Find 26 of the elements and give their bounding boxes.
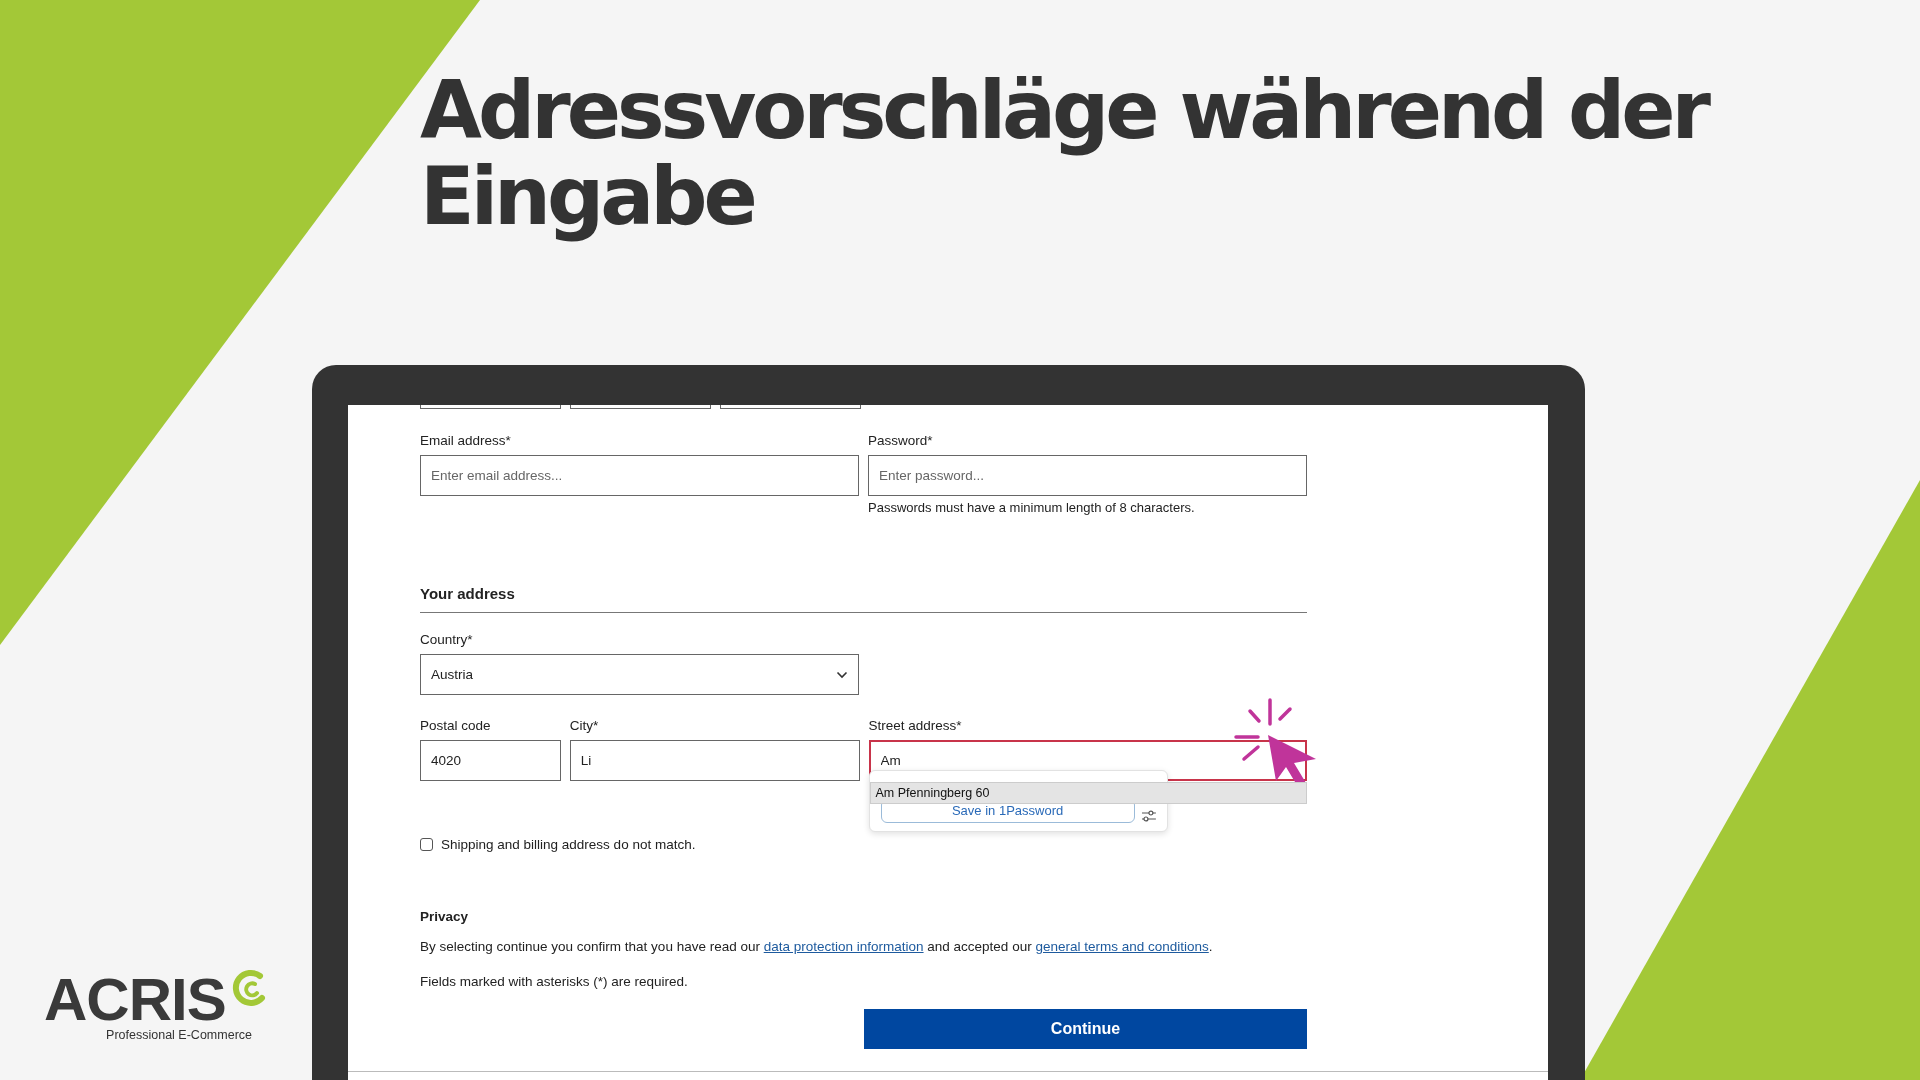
field-label: Street address*: [868, 718, 963, 734]
chevron-down-icon: [836, 670, 848, 679]
input-field[interactable]: 4020: [420, 740, 561, 781]
terms-link[interactable]: general terms and conditions: [1035, 939, 1209, 954]
field-label: Password*: [868, 433, 934, 449]
section-heading: Your address: [420, 585, 515, 602]
input-field[interactable]: Li: [569, 740, 860, 781]
data-protection-link[interactable]: data protection information: [763, 939, 924, 954]
privacy-heading: Privacy: [420, 909, 469, 924]
sliders-icon[interactable]: [1140, 809, 1157, 823]
input-field[interactable]: Enter password...: [868, 455, 1307, 496]
password-hint: Passwords must have a minimum length of 8 characters.: [868, 500, 1196, 515]
checkbox-label: Shipping and billing address do not match.: [441, 837, 696, 852]
required-note: Fields marked with asterisks (*) are required.: [420, 974, 689, 989]
headline: Adressvorschläge während der Eingabe: [420, 68, 1710, 241]
country-select[interactable]: Austria: [420, 654, 859, 695]
field-label: Country*: [420, 632, 474, 648]
checkbox[interactable]: [420, 838, 433, 851]
privacy-text: By selecting continue you confirm that you have read our data protection information and accepted our general terms and conditions.: [420, 939, 1214, 954]
continue-button[interactable]: Continue: [864, 1009, 1307, 1049]
field-label: Postal code: [420, 718, 492, 734]
address-suggestion[interactable]: Am Pfenningberg 60: [870, 783, 1306, 803]
field-label: City*: [569, 718, 600, 734]
field-label: Email address*: [420, 433, 512, 449]
input-field[interactable]: Enter email address...: [420, 455, 859, 496]
logo-tagline: Professional E-Commerce: [106, 1028, 252, 1042]
